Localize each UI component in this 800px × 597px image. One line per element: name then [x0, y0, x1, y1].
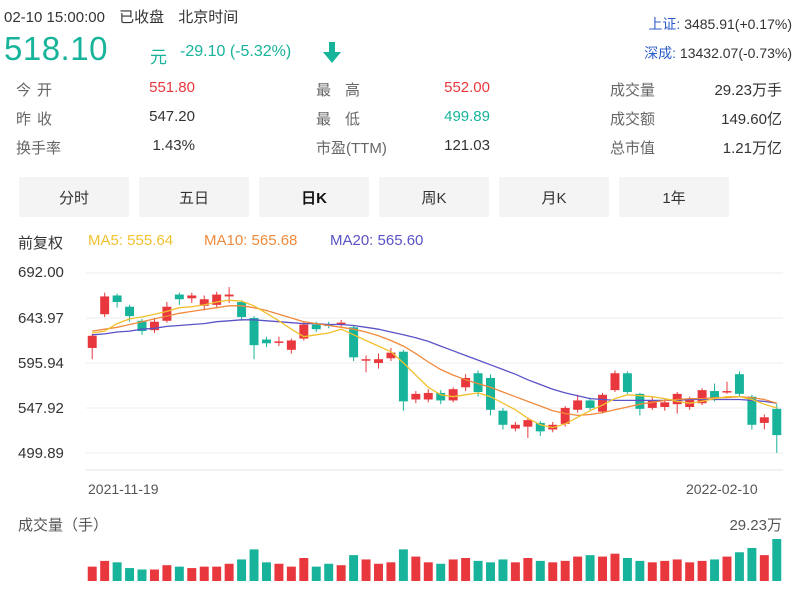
- candle-body: [349, 327, 359, 358]
- candle-body: [261, 339, 271, 344]
- volume-bar: [361, 559, 371, 581]
- volume-bar: [398, 549, 408, 581]
- volume-bar: [137, 569, 147, 581]
- candle-body: [734, 374, 744, 394]
- volume-bar: [747, 547, 757, 581]
- candle-body: [87, 335, 97, 348]
- candle-body: [710, 391, 720, 398]
- candle-body: [311, 324, 321, 330]
- volume-bar: [734, 552, 744, 581]
- volume-bar: [212, 566, 222, 581]
- candle-body: [162, 306, 172, 321]
- volume-bar: [436, 563, 446, 581]
- candle-body: [411, 393, 421, 400]
- volume-bar: [286, 566, 296, 581]
- candle-body: [448, 389, 458, 401]
- volume-bar: [498, 559, 508, 581]
- candle-body: [486, 377, 495, 410]
- volume-bar: [125, 568, 135, 581]
- volume-bar: [672, 559, 682, 581]
- candle-body: [125, 306, 135, 317]
- candle-body: [610, 373, 620, 391]
- candle-body: [361, 359, 371, 361]
- volume-bar: [772, 539, 782, 581]
- candle-body: [374, 359, 383, 363]
- volume-bar: [710, 559, 720, 581]
- volume-bar: [647, 562, 657, 581]
- volume-bar: [759, 555, 769, 581]
- volume-bar: [523, 558, 533, 581]
- candle-body: [560, 407, 570, 424]
- volume-bar: [87, 566, 97, 581]
- volume-bar: [349, 555, 359, 581]
- candle-body: [286, 340, 296, 350]
- volume-bar: [336, 565, 346, 581]
- candle-body: [100, 296, 110, 315]
- volume-bar: [610, 553, 620, 581]
- volume-bar: [448, 559, 458, 581]
- volume-bar: [622, 558, 632, 581]
- volume-bar: [423, 562, 433, 581]
- volume-bar: [199, 566, 209, 581]
- volume-bar: [249, 549, 259, 581]
- candle-body: [498, 410, 508, 425]
- volume-bar: [560, 560, 570, 581]
- candle-body: [386, 352, 396, 359]
- volume-bar: [237, 559, 247, 581]
- volume-bar: [324, 563, 334, 581]
- volume-bar: [635, 560, 645, 581]
- candle-body: [759, 417, 769, 423]
- volume-bar: [660, 560, 670, 581]
- candle-body: [224, 294, 234, 297]
- candle-body: [722, 391, 732, 393]
- candle-body: [423, 392, 433, 400]
- candle-body: [622, 373, 632, 392]
- volume-bar: [461, 558, 471, 581]
- volume-bar: [510, 562, 520, 581]
- volume-bar: [174, 566, 184, 581]
- volume-bar: [149, 569, 159, 581]
- volume-bar: [261, 562, 271, 581]
- volume-bar: [100, 560, 110, 581]
- volume-bar: [535, 560, 545, 581]
- candle-body: [660, 402, 670, 407]
- candle-body: [772, 408, 782, 436]
- candle-body: [174, 294, 184, 300]
- candle-body: [112, 295, 122, 303]
- candle-body: [274, 341, 284, 343]
- volume-bar: [386, 562, 396, 581]
- candle-body: [510, 424, 520, 429]
- volume-bar: [374, 563, 383, 581]
- candle-body: [523, 420, 533, 427]
- volume-bar: [722, 556, 732, 581]
- candle-body: [249, 317, 259, 346]
- volume-bar: [573, 556, 583, 581]
- candle-body: [187, 295, 197, 299]
- volume-bar: [548, 562, 558, 581]
- volume-bar: [311, 566, 321, 581]
- candle-body: [237, 302, 247, 318]
- volume-bar: [685, 562, 695, 581]
- candle-body: [573, 400, 583, 410]
- kline-chart[interactable]: [0, 0, 800, 597]
- volume-bar: [112, 562, 122, 581]
- volume-bar: [585, 555, 595, 581]
- volume-bar: [486, 562, 495, 581]
- candle-body: [585, 400, 595, 408]
- volume-bar: [162, 565, 172, 581]
- volume-bar: [697, 560, 707, 581]
- volume-bar: [598, 556, 608, 581]
- volume-bar: [224, 563, 234, 581]
- volume-bar: [274, 563, 284, 581]
- candle-body: [398, 351, 408, 402]
- volume-bar: [473, 560, 483, 581]
- volume-bar: [299, 558, 309, 581]
- volume-bar: [411, 556, 421, 581]
- volume-bar: [187, 568, 197, 581]
